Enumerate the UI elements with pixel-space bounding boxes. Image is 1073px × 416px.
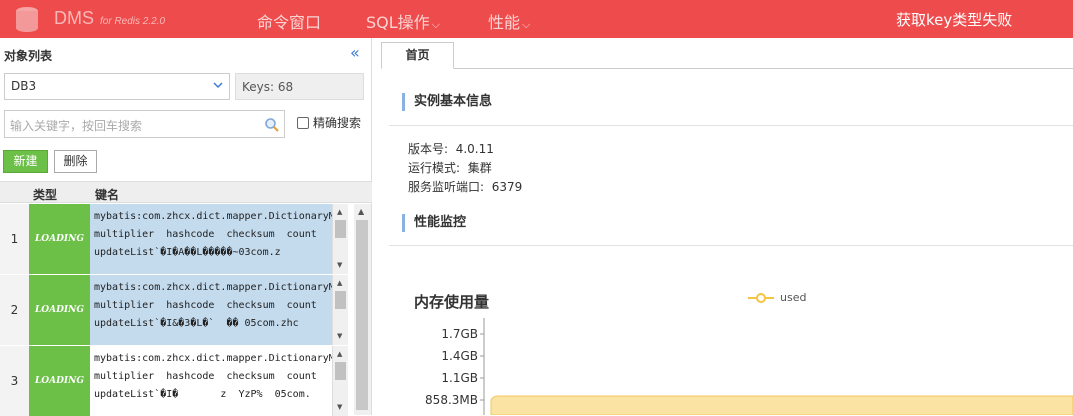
y-tick-label: 1.7GB [441,327,478,341]
scroll-thumb[interactable] [356,220,368,410]
row-index: 1 [0,204,29,274]
checkbox-icon[interactable] [297,116,309,129]
error-message: 获取key类型失败 [896,11,1013,29]
nav-performance[interactable]: 性能 ⌵ [488,9,530,33]
scroll-up-icon[interactable]: ▲ [337,279,342,287]
type-badge: LOADING [29,204,90,274]
scroll-thumb[interactable] [335,291,346,309]
row-index: 3 [0,346,29,416]
scroll-down-icon[interactable]: ▼ [337,332,342,340]
scroll-down-icon[interactable]: ▼ [337,261,342,269]
tab-home[interactable]: 首页 [381,42,454,69]
chevron-down-icon: ⌵ [522,18,531,31]
panel-title: 对象列表 [4,49,53,63]
scroll-up-icon[interactable]: ▲ [337,208,342,216]
cell-scrollbar[interactable]: ▲ ▼ [332,204,348,274]
table-header: 类型 键名 [0,181,372,203]
nav-command-window[interactable]: 命令窗口 [257,9,321,33]
info-version: 版本号: 4.0.11 [408,142,494,156]
table-row[interactable]: 1 LOADING mybatis:com.zhcx.dict.mapper.D… [0,204,354,274]
row-index: 2 [0,275,29,345]
exact-search-checkbox[interactable]: 精确搜索 [297,114,361,131]
list-scrollbar[interactable]: ▲ [354,204,371,415]
divider [389,125,1073,126]
column-type: 类型 [33,188,58,202]
main-content: 首页 实例基本信息 版本号: 4.0.11 运行模式: 集群 服务监听端口: 6… [381,38,1073,415]
section-basic-info: 实例基本信息 [402,93,492,111]
section-performance: 性能监控 [402,214,466,232]
chevron-down-icon: ⌵ [431,18,441,31]
column-key-name: 键名 [95,188,120,202]
info-port: 服务监听端口: 6379 [408,180,523,194]
table-row[interactable]: 2 LOADING mybatis:com.zhcx.dict.mapper.D… [0,275,354,345]
key-name-cell[interactable]: mybatis:com.zhcx.dict.mapper.DictionaryM… [90,275,332,345]
keys-count: Keys: 68 [235,73,364,100]
database-logo-icon [16,7,38,32]
legend-label: used [780,291,807,304]
search-input[interactable]: 输入关键字，按回车搜索 [4,110,285,138]
scroll-thumb[interactable] [335,220,346,238]
chart-title: 内存使用量 [414,293,490,311]
y-tick-label: 858.3MB [425,393,478,407]
app-brand: DMS for Redis 2.2.0 [54,8,166,28]
object-list-panel: 对象列表 « DB3 Keys: 68 输入关键字，按回车搜索 精确搜索 新建 … [0,38,372,416]
new-button[interactable]: 新建 [3,150,48,173]
y-tick-label: 1.4GB [441,349,478,363]
tab-bar-line [381,68,1073,69]
nav-sql-operations[interactable]: SQL操作 ⌵ [366,9,440,33]
scroll-down-icon[interactable]: ▼ [337,403,342,411]
chart-legend[interactable]: used [748,291,806,304]
app-version: for Redis 2.2.0 [100,16,166,27]
top-bar: DMS for Redis 2.2.0 命令窗口 SQL操作 ⌵ 性能 ⌵ 获取key… [0,0,1073,38]
table-row[interactable]: 3 LOADING mybatis:com.zhcx.dict.mapper.D… [0,346,354,416]
y-tick-label: 1.1GB [441,371,478,385]
legend-marker-icon [748,292,774,303]
chevron-down-icon [213,82,223,89]
cell-scrollbar[interactable]: ▲ ▼ [332,275,348,345]
scroll-up-icon[interactable]: ▲ [337,350,342,358]
database-select[interactable]: DB3 [4,73,230,100]
info-run-mode: 运行模式: 集群 [408,161,492,175]
search-icon[interactable] [264,117,280,133]
type-badge: LOADING [29,346,90,416]
key-name-cell[interactable]: mybatis:com.zhcx.dict.mapper.DictionaryM… [90,346,332,416]
cell-scrollbar[interactable]: ▲ ▼ [332,346,348,416]
memory-usage-chart: 1.7GB 1.4GB 1.1GB 858.3MB [425,318,1073,415]
delete-button[interactable]: 删除 [54,150,97,173]
type-badge: LOADING [29,275,90,345]
divider [389,245,1073,246]
scroll-thumb[interactable] [335,362,346,380]
series-area-used [490,395,1073,415]
double-chevron-left-icon[interactable]: « [350,43,360,62]
key-name-cell[interactable]: mybatis:com.zhcx.dict.mapper.DictionaryM… [90,204,332,274]
scroll-up-icon[interactable]: ▲ [358,207,364,216]
